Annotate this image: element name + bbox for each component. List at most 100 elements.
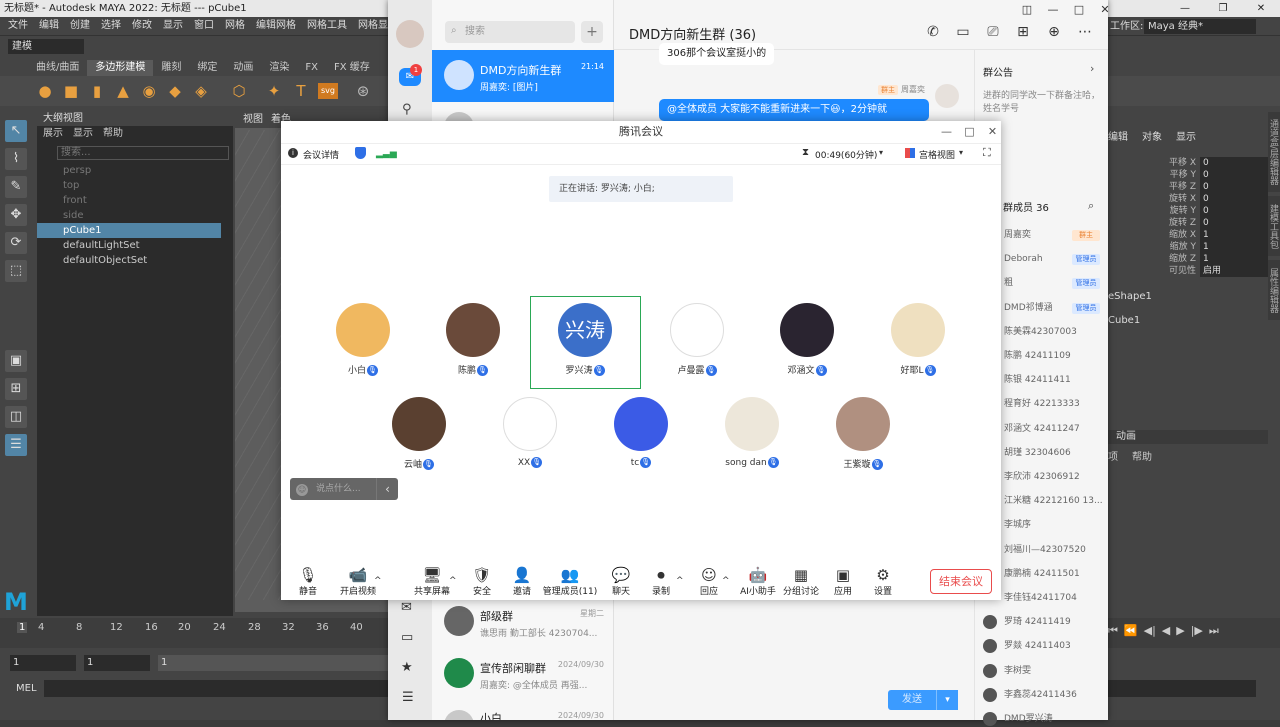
channel-row[interactable]: 旋转 Z 0 [1140, 217, 1268, 229]
emoji-icon[interactable]: ☺ [296, 484, 308, 496]
user-avatar[interactable] [396, 20, 424, 48]
participant-tile[interactable]: 小白 🎙 [308, 303, 418, 393]
end-meeting-button[interactable]: 结束会议 [930, 569, 992, 594]
step-back-icon[interactable]: ◀| [1144, 624, 1156, 638]
settings-button[interactable]: ⚙ 设置 [855, 566, 911, 598]
channel-box-menu-item[interactable]: 编辑 [1108, 128, 1128, 143]
member-item[interactable]: DMD罗兴涛 [1004, 711, 1108, 727]
cone-icon[interactable]: ▲ [112, 80, 134, 102]
member-item[interactable]: 陈鹏 42411109 [1004, 348, 1108, 364]
go-to-start-icon[interactable]: ⏮ [1108, 624, 1118, 638]
shelf-tab[interactable]: 动画 [225, 60, 261, 76]
play-icon[interactable]: ▶ [1176, 624, 1184, 638]
record-options-chevron-icon[interactable]: ^ [676, 576, 684, 586]
svg-icon[interactable]: svg [318, 83, 338, 99]
chat-search-input[interactable]: 搜索 [445, 21, 575, 43]
menu-create[interactable]: 创建 [70, 17, 90, 34]
participant-tile[interactable]: 好耶L 🎙 [863, 303, 973, 393]
send-options-icon[interactable]: ▾ [936, 690, 958, 710]
menu-icon[interactable]: ☰ [402, 690, 414, 705]
close-icon[interactable]: ✕ [981, 123, 1004, 141]
member-item[interactable]: 程育好 42213333 [1004, 396, 1108, 412]
shield-icon[interactable] [355, 147, 366, 159]
member-item[interactable]: 李鑫蕊42411436 [1004, 687, 1108, 703]
star-icon[interactable]: ✦ [263, 80, 285, 102]
channel-row[interactable]: 平移 Z 0 [1140, 181, 1268, 193]
mel-label[interactable]: MEL [16, 683, 37, 694]
menu-modify[interactable]: 修改 [132, 17, 152, 34]
scale-tool-icon[interactable]: ⬚ [5, 260, 27, 282]
channel-value[interactable]: 0 [1200, 169, 1268, 181]
video-call-icon[interactable]: ▭ [952, 22, 974, 42]
cube-icon[interactable]: ■ [60, 80, 82, 102]
member-item[interactable]: 罗燚 42411403 [1004, 638, 1108, 654]
member-item[interactable]: 江米糖 42212160 13... [1004, 493, 1108, 509]
participant-tile[interactable]: 陈鹏 🎙 [418, 303, 528, 393]
reaction-options-chevron-icon[interactable]: ^ [722, 576, 730, 586]
menu-display[interactable]: 显示 [163, 17, 183, 34]
outliner-item[interactable]: side [37, 208, 221, 223]
close-icon[interactable]: ✕ [1092, 2, 1118, 18]
platonic-icon[interactable]: ⬡ [228, 80, 250, 102]
member-item[interactable]: 罗琦 42411419 [1004, 614, 1108, 630]
maximize-icon[interactable]: □ [958, 123, 981, 141]
channel-value[interactable]: 1 [1200, 229, 1268, 241]
outliner-item[interactable]: persp [37, 163, 221, 178]
outliner-item[interactable]: defaultObjectSet [37, 253, 221, 268]
conversation-item-active[interactable]: DMD方向新生群 周嘉奕: [图片] 21:14 [432, 50, 614, 102]
layout-select[interactable]: 宫格视图 [919, 148, 955, 161]
text-icon[interactable]: T [290, 80, 312, 102]
minimize-icon[interactable]: — [1166, 0, 1204, 17]
contacts-icon[interactable]: ⚲ [402, 102, 412, 117]
select-tool-icon[interactable]: ↖ [5, 120, 27, 142]
menu-window[interactable]: 窗口 [194, 17, 214, 34]
conversation-item[interactable]: 部级群 谯思雨 勤工部长 4230704... 星期二 [432, 596, 614, 648]
channel-row[interactable]: 平移 Y 0 [1140, 169, 1268, 181]
info-icon[interactable]: i [288, 148, 298, 158]
outliner-item[interactable]: top [37, 178, 221, 193]
member-item[interactable]: 陈银 42411411 [1004, 372, 1108, 388]
member-item[interactable]: 李城序 [1004, 517, 1108, 533]
shelf-tab[interactable]: 曲线/曲面 [28, 60, 87, 76]
channel-box-menu-item[interactable]: 对象 [1142, 128, 1162, 143]
fullscreen-icon[interactable]: ⛶ [983, 146, 991, 160]
menu-select[interactable]: 选择 [101, 17, 121, 34]
shelf-tab[interactable]: 雕刻 [153, 60, 189, 76]
notice-title[interactable]: 群公告 [983, 64, 1013, 79]
menu-edit-mesh[interactable]: 编辑网格 [256, 17, 296, 34]
layout-chevron-down-icon[interactable]: ▾ [959, 148, 963, 157]
cylinder-icon[interactable]: ▮ [86, 80, 108, 102]
mail-icon[interactable]: ✉ [401, 600, 412, 615]
add-member-icon[interactable]: ⊕ [1043, 22, 1065, 42]
lasso-tool-icon[interactable]: ⌇ [5, 148, 27, 170]
channel-row[interactable]: 缩放 Y 1 [1140, 241, 1268, 253]
collapse-chevron-icon[interactable]: ‹ [376, 478, 398, 500]
shape-node-label[interactable]: eShape1 [1108, 291, 1152, 302]
sweep-icon[interactable]: ⊛ [352, 80, 374, 102]
workspace-select[interactable]: Maya 经典* [1144, 19, 1256, 34]
signal-icon[interactable]: ▂▃▅ [376, 149, 397, 159]
channel-row[interactable]: 缩放 X 1 [1140, 229, 1268, 241]
plane-icon[interactable]: ◆ [164, 80, 186, 102]
anim-layer-menu-item[interactable]: 项 [1108, 448, 1118, 463]
channel-value[interactable]: 0 [1200, 157, 1268, 169]
member-item[interactable]: 胡瑾 32304606 [1004, 445, 1108, 461]
menu-mesh[interactable]: 网格 [225, 17, 245, 34]
chevron-right-icon[interactable]: › [1090, 62, 1094, 75]
conversation-item[interactable]: 小白 2024/09/30 [432, 700, 614, 720]
play-back-icon[interactable]: ◀ [1162, 624, 1170, 638]
manage-members-button[interactable]: 👥 管理成员(11) [542, 566, 598, 598]
shelf-tab-active[interactable]: 多边形建模 [87, 60, 154, 76]
channel-value[interactable]: 0 [1200, 181, 1268, 193]
disc-icon[interactable]: ◈ [190, 80, 212, 102]
timer-chevron-down-icon[interactable]: ▾ [879, 148, 883, 157]
outliner-item[interactable]: defaultLightSet [37, 238, 221, 253]
menu-mesh-tools[interactable]: 网格工具 [307, 17, 347, 34]
conversation-item[interactable]: 宣传部闲聊群 周嘉奕: @全体成员 再强... 2024/09/30 [432, 648, 614, 700]
move-tool-icon[interactable]: ✥ [5, 204, 27, 226]
participant-tile[interactable]: 云岫 🎙 [364, 397, 474, 487]
favorites-icon[interactable]: ★ [401, 660, 413, 675]
side-tab-channel-box[interactable]: 通道盒/层编辑器 [1268, 112, 1280, 192]
share-options-chevron-icon[interactable]: ^ [449, 576, 457, 586]
cube-node-label[interactable]: Cube1 [1108, 315, 1140, 326]
